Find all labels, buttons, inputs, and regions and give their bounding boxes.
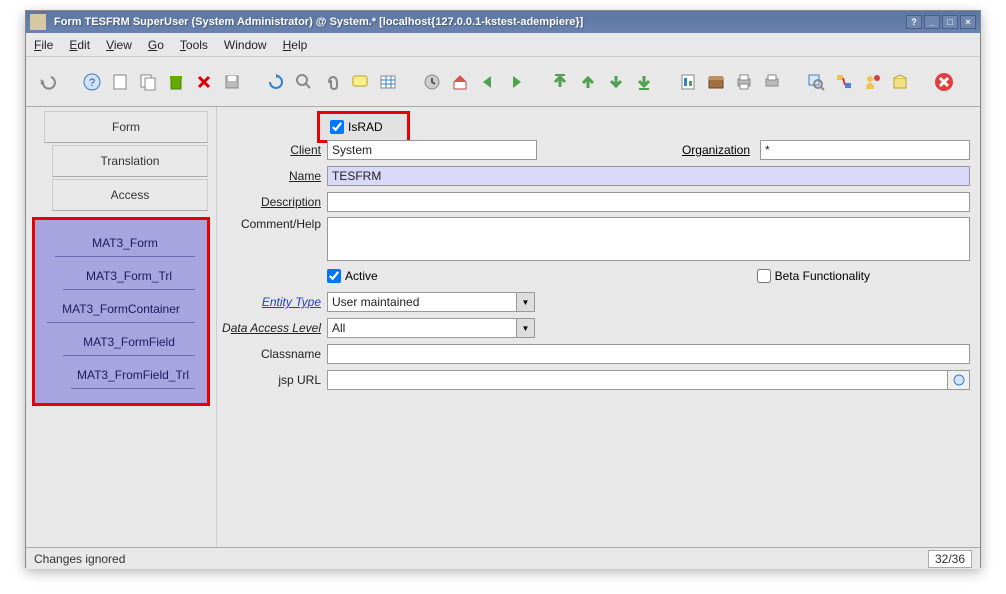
israd-checkbox[interactable] <box>330 120 344 134</box>
dataaccess-field[interactable] <box>327 318 517 338</box>
jspurl-browse-icon[interactable] <box>948 370 970 390</box>
tab-mat3-formfield[interactable]: MAT3_FormField <box>63 325 195 356</box>
classname-label: Classname <box>217 347 327 361</box>
window-controls: ? _ □ × <box>906 15 976 29</box>
menubar: File Edit View Go Tools Window Help <box>26 33 980 57</box>
dataaccess-dropdown-icon[interactable]: ▼ <box>517 318 535 338</box>
back-icon[interactable] <box>476 70 500 94</box>
find-icon[interactable] <box>292 70 316 94</box>
printpreview-icon[interactable] <box>760 70 784 94</box>
description-label: Description <box>217 195 327 209</box>
jspurl-label: jsp URL <box>217 373 327 387</box>
last-icon[interactable] <box>632 70 656 94</box>
form-panel: IsRAD Client Organization Name D <box>216 107 980 547</box>
jspurl-field[interactable] <box>327 370 948 390</box>
record-counter: 32/36 <box>928 550 972 568</box>
commenthelp-label: Comment/Help <box>217 217 327 231</box>
menu-go[interactable]: Go <box>148 38 164 52</box>
menu-help[interactable]: Help <box>283 38 308 52</box>
menu-tools[interactable]: Tools <box>180 38 208 52</box>
save-icon[interactable] <box>220 70 244 94</box>
report-icon[interactable] <box>676 70 700 94</box>
tab-mat3-form[interactable]: MAT3_Form <box>55 226 195 257</box>
highlighted-tabs-group: MAT3_Form MAT3_Form_Trl MAT3_FormContain… <box>32 217 210 406</box>
new-icon[interactable] <box>108 70 132 94</box>
menu-window[interactable]: Window <box>224 38 267 52</box>
history-icon[interactable] <box>420 70 444 94</box>
undo-icon[interactable] <box>36 70 60 94</box>
tab-mat3-fromfield-trl[interactable]: MAT3_FromField_Trl <box>71 358 195 389</box>
commenthelp-field[interactable] <box>327 217 970 261</box>
entitytype-label: Entity Type <box>217 295 327 309</box>
archive-icon[interactable] <box>704 70 728 94</box>
name-label: Name <box>217 169 327 183</box>
organization-field[interactable] <box>760 140 970 160</box>
active-checkbox[interactable] <box>327 269 341 283</box>
next-icon[interactable] <box>604 70 628 94</box>
close-icon[interactable] <box>932 70 956 94</box>
copy-icon[interactable] <box>136 70 160 94</box>
status-message: Changes ignored <box>34 552 928 566</box>
entitytype-field[interactable] <box>327 292 517 312</box>
forward-icon[interactable] <box>504 70 528 94</box>
print-icon[interactable] <box>732 70 756 94</box>
israd-label: IsRAD <box>348 120 383 134</box>
delete-icon[interactable] <box>164 70 188 94</box>
zoom-icon[interactable] <box>804 70 828 94</box>
request-icon[interactable] <box>860 70 884 94</box>
menu-edit[interactable]: Edit <box>69 38 90 52</box>
help-window-button[interactable]: ? <box>906 15 922 29</box>
workflow-icon[interactable] <box>832 70 856 94</box>
active-label: Active <box>345 269 378 283</box>
grid-icon[interactable] <box>376 70 400 94</box>
statusbar: Changes ignored 32/36 <box>26 547 980 569</box>
svg-text:?: ? <box>89 77 95 89</box>
refresh-icon[interactable] <box>264 70 288 94</box>
client-label: Client <box>217 143 327 157</box>
tab-access[interactable]: Access <box>52 179 208 211</box>
description-field[interactable] <box>327 192 970 212</box>
close-window-button[interactable]: × <box>960 15 976 29</box>
help-icon[interactable]: ? <box>80 70 104 94</box>
sidebar: Form Translation Access MAT3_Form MAT3_F… <box>26 107 216 547</box>
titlebar: Form TESFRM SuperUser (System Administra… <box>26 11 980 33</box>
prev-icon[interactable] <box>576 70 600 94</box>
tab-mat3-form-trl[interactable]: MAT3_Form_Trl <box>63 259 195 290</box>
organization-label: Organization <box>682 143 750 157</box>
beta-checkbox[interactable] <box>757 269 771 283</box>
app-icon <box>30 14 46 30</box>
menu-view[interactable]: View <box>106 38 132 52</box>
maximize-window-button[interactable]: □ <box>942 15 958 29</box>
name-field[interactable] <box>327 166 970 186</box>
menu-file[interactable]: File <box>34 38 53 52</box>
entitytype-dropdown-icon[interactable]: ▼ <box>517 292 535 312</box>
cancel-icon[interactable] <box>192 70 216 94</box>
israd-highlight-box: IsRAD <box>317 111 410 143</box>
product-icon[interactable] <box>888 70 912 94</box>
window-title: Form TESFRM SuperUser (System Administra… <box>54 16 906 28</box>
tab-mat3-formcontainer[interactable]: MAT3_FormContainer <box>47 292 195 323</box>
classname-field[interactable] <box>327 344 970 364</box>
chat-icon[interactable] <box>348 70 372 94</box>
toolbar: ? <box>26 57 980 107</box>
attachment-icon[interactable] <box>320 70 344 94</box>
client-field[interactable] <box>327 140 537 160</box>
minimize-window-button[interactable]: _ <box>924 15 940 29</box>
home-icon[interactable] <box>448 70 472 94</box>
beta-label: Beta Functionality <box>775 269 870 283</box>
first-icon[interactable] <box>548 70 572 94</box>
tab-form[interactable]: Form <box>44 111 208 143</box>
tab-translation[interactable]: Translation <box>52 145 208 177</box>
